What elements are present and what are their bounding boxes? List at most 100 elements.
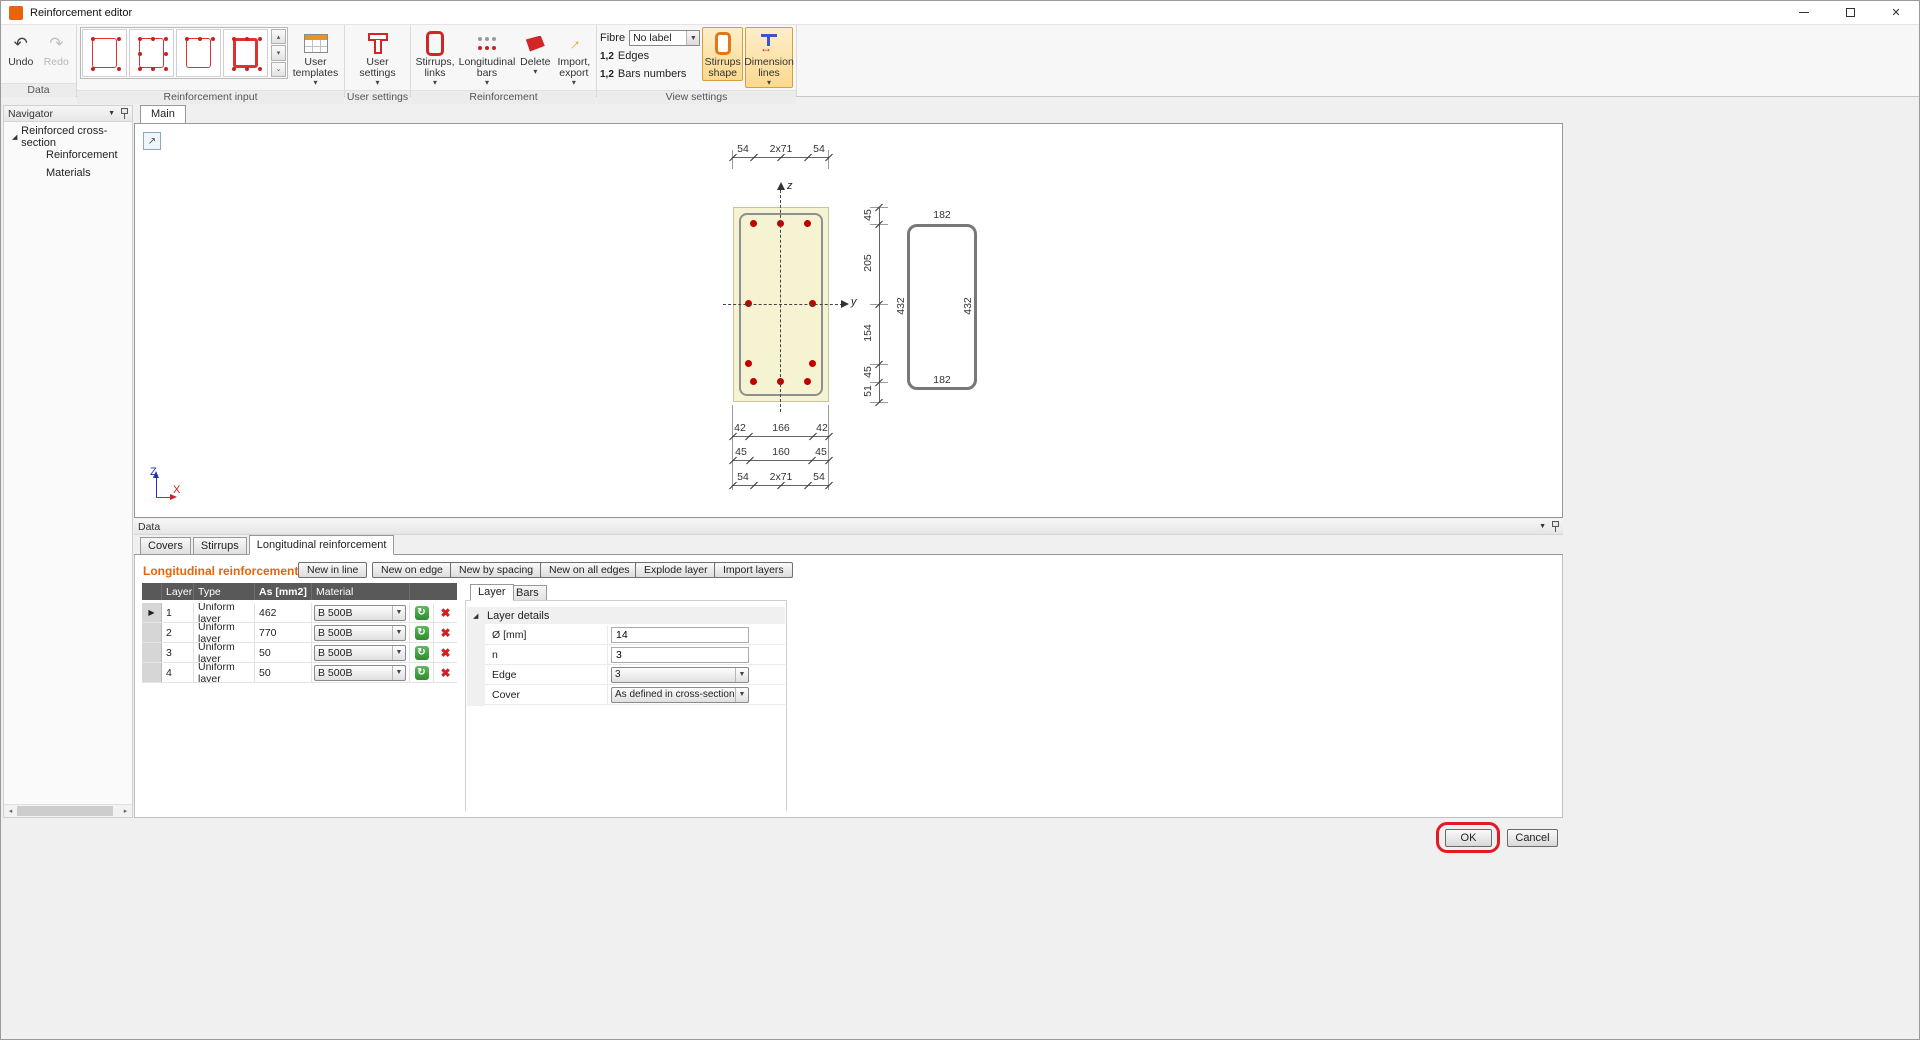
template-thumb-1[interactable] <box>82 29 127 77</box>
drawing-canvas[interactable]: ↗ z y 54 2x71 54 <box>134 123 1563 518</box>
material-dropdown[interactable]: B 500B▼ <box>314 605 406 621</box>
bars-numbers-toggle[interactable]: 1,2 Bars numbers <box>600 66 700 82</box>
new-in-line-button[interactable]: New in line <box>298 562 367 578</box>
redo-button[interactable]: ↷ Redo <box>40 27 74 81</box>
navigator-hscrollbar[interactable]: ◂ ▸ <box>4 804 132 817</box>
scroll-left-icon[interactable]: ◂ <box>4 805 17 817</box>
delete-row-icon[interactable]: ✖ <box>440 667 450 679</box>
layer-details-group[interactable]: ◢ Layer details <box>467 607 785 624</box>
tree-item-reinforced-cross-section[interactable]: ◢ Reinforced cross-section <box>4 128 132 146</box>
undo-label: Undo <box>8 57 33 68</box>
cover-dropdown[interactable]: As defined in cross-section ▼ <box>611 687 749 703</box>
user-templates-button[interactable]: User templates ▾ <box>290 27 341 88</box>
cell-as: 770 <box>255 623 312 642</box>
dim-label: 54 <box>737 471 749 483</box>
dimension-lines-icon: ↔ <box>756 32 782 56</box>
navigator-dropdown-icon[interactable]: ▼ <box>108 110 115 117</box>
tab-covers[interactable]: Covers <box>140 537 191 554</box>
material-dropdown[interactable]: B 500B▼ <box>314 665 406 681</box>
longitudinal-bars-button[interactable]: Longitudinal bars ▾ <box>458 27 516 88</box>
scroll-right-icon[interactable]: ▸ <box>119 805 132 817</box>
diameter-label: Ø [mm] <box>485 625 608 644</box>
origin-x-axis <box>156 497 171 498</box>
pin-icon[interactable] <box>121 108 128 119</box>
stirrups-links-label: Stirrups, links <box>415 57 455 79</box>
table-row[interactable]: 4 Uniform layer 50 B 500B▼ ↻ ✖ <box>142 663 457 683</box>
header-material[interactable]: Material <box>312 583 410 600</box>
cell-material: B 500B▼ <box>312 663 410 682</box>
material-value: B 500B <box>318 647 352 659</box>
row-selector[interactable] <box>142 643 162 662</box>
template-thumb-2[interactable] <box>129 29 174 77</box>
tab-bars[interactable]: Bars <box>508 585 547 601</box>
table-row[interactable]: ▶ 1 Uniform layer 462 B 500B▼ ↻ ✖ <box>142 603 457 623</box>
ok-button[interactable]: OK <box>1445 829 1492 847</box>
user-settings-button[interactable]: User settings ▾ <box>350 27 406 88</box>
maximize-button[interactable] <box>1827 1 1873 24</box>
row-selector[interactable]: ▶ <box>142 603 162 622</box>
zoom-fit-button[interactable]: ↗ <box>143 132 161 150</box>
edges-toggle[interactable]: 1,2 Edges <box>600 48 700 64</box>
tab-layer[interactable]: Layer <box>470 584 514 601</box>
tab-longitudinal-reinforcement[interactable]: Longitudinal reinforcement <box>249 535 395 555</box>
y-axis-line <box>723 304 843 305</box>
template-thumb-4[interactable] <box>223 29 268 77</box>
fibre-dropdown[interactable]: No label ▼ <box>629 30 700 46</box>
template-thumb-3[interactable] <box>176 29 221 77</box>
cell-type: Uniform layer <box>194 643 255 662</box>
new-on-edge-button[interactable]: New on edge <box>372 562 452 578</box>
tree-item-materials[interactable]: Materials <box>4 164 132 182</box>
data-panel-dropdown-icon[interactable]: ▼ <box>1539 523 1546 530</box>
n-input[interactable] <box>611 647 749 663</box>
material-dropdown[interactable]: B 500B▼ <box>314 645 406 661</box>
stirrups-links-button[interactable]: Stirrups, links ▾ <box>414 27 456 88</box>
row-selector[interactable] <box>142 623 162 642</box>
pin-icon[interactable] <box>1552 521 1559 532</box>
dimension-lines-toggle[interactable]: ↔ Dimension lines ▾ <box>745 27 793 88</box>
reinforcement-editor-window: Reinforcement editor ✕ ↶ Undo ↷ Redo Dat… <box>0 0 1920 1040</box>
delete-row-icon[interactable]: ✖ <box>440 647 450 659</box>
minimize-button[interactable] <box>1781 1 1827 24</box>
tab-main[interactable]: Main <box>140 105 186 123</box>
edge-dropdown[interactable]: 3 ▼ <box>611 667 749 683</box>
material-dropdown[interactable]: B 500B▼ <box>314 625 406 641</box>
delete-button[interactable]: Delete ▾ <box>518 27 553 81</box>
new-by-spacing-button[interactable]: New by spacing <box>450 562 542 578</box>
gallery-down-button[interactable]: ▾ <box>271 45 286 60</box>
user-templates-label: User templates <box>291 57 340 79</box>
cancel-button[interactable]: Cancel <box>1507 829 1558 847</box>
collapse-icon[interactable]: ◢ <box>473 612 487 620</box>
import-export-label: Import, export <box>556 57 592 79</box>
table-row[interactable]: 2 Uniform layer 770 B 500B▼ ↻ ✖ <box>142 623 457 643</box>
header-as[interactable]: As [mm2] <box>255 583 312 600</box>
cell-layer: 3 <box>162 643 194 662</box>
cell-as: 462 <box>255 603 312 622</box>
close-button[interactable]: ✕ <box>1873 1 1919 24</box>
explode-layer-button[interactable]: Explode layer <box>635 562 717 578</box>
gallery-expand-button[interactable]: ⌄ <box>271 62 286 77</box>
scrollbar-thumb[interactable] <box>17 806 113 816</box>
refresh-material-icon[interactable]: ↻ <box>415 646 429 660</box>
diameter-input[interactable] <box>611 627 749 643</box>
import-export-button[interactable]: → Import, export ▾ <box>555 27 593 88</box>
ribbon-group-data: ↶ Undo ↷ Redo Data <box>1 25 77 96</box>
tab-stirrups[interactable]: Stirrups <box>193 537 247 554</box>
header-layer[interactable]: Layer <box>162 583 194 600</box>
tree-expander-icon[interactable]: ◢ <box>12 133 21 141</box>
refresh-material-icon[interactable]: ↻ <box>415 626 429 640</box>
gallery-up-button[interactable]: ▴ <box>271 29 286 44</box>
delete-row-icon[interactable]: ✖ <box>440 627 450 639</box>
tree-item-label: Reinforced cross-section <box>21 125 132 149</box>
table-row[interactable]: 3 Uniform layer 50 B 500B▼ ↻ ✖ <box>142 643 457 663</box>
new-on-all-edges-button[interactable]: New on all edges <box>540 562 639 578</box>
rebar-dot <box>745 360 752 367</box>
delete-row-icon[interactable]: ✖ <box>440 607 450 619</box>
header-type[interactable]: Type <box>194 583 255 600</box>
fibre-label: Fibre <box>600 32 625 44</box>
refresh-material-icon[interactable]: ↻ <box>415 606 429 620</box>
row-selector[interactable] <box>142 663 162 682</box>
refresh-material-icon[interactable]: ↻ <box>415 666 429 680</box>
import-layers-button[interactable]: Import layers <box>714 562 793 578</box>
undo-button[interactable]: ↶ Undo <box>4 27 38 81</box>
stirrups-shape-toggle[interactable]: Stirrups shape <box>702 27 743 81</box>
